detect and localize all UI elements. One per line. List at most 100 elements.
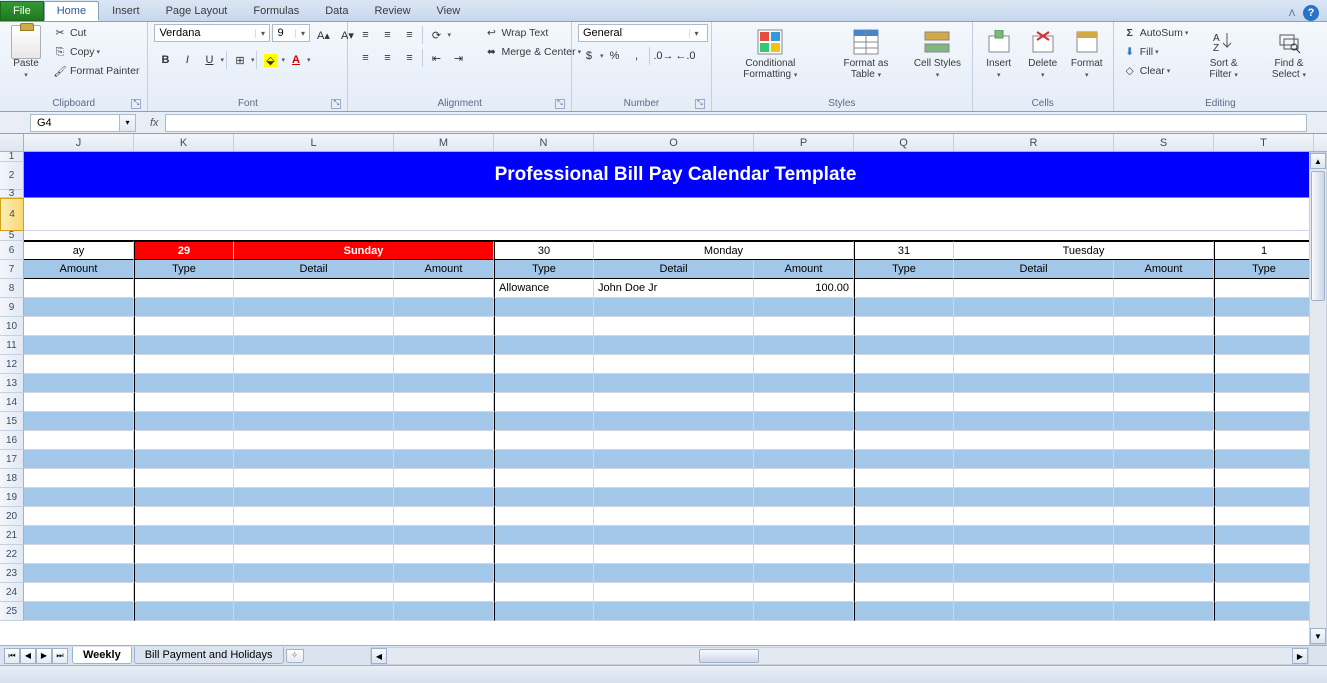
help-icon[interactable]: ? bbox=[1303, 5, 1319, 21]
data-cell[interactable] bbox=[1114, 431, 1214, 450]
data-cell[interactable] bbox=[954, 583, 1114, 602]
number-launcher[interactable]: ⤡ bbox=[695, 99, 705, 109]
subheader-cell[interactable]: Detail bbox=[234, 260, 394, 279]
data-cell[interactable] bbox=[954, 564, 1114, 583]
data-cell[interactable] bbox=[954, 602, 1114, 621]
tab-review[interactable]: Review bbox=[361, 1, 423, 21]
data-cell[interactable] bbox=[494, 602, 594, 621]
data-cell[interactable] bbox=[754, 431, 854, 450]
row-header-6[interactable]: 6 bbox=[0, 241, 24, 260]
data-cell[interactable] bbox=[754, 450, 854, 469]
day-header-cell[interactable]: Tuesday bbox=[954, 241, 1214, 260]
data-cell[interactable] bbox=[954, 545, 1114, 564]
tab-data[interactable]: Data bbox=[312, 1, 361, 21]
data-cell[interactable] bbox=[134, 355, 234, 374]
day-header-cell[interactable]: 30 bbox=[494, 241, 594, 260]
tab-home[interactable]: Home bbox=[44, 1, 99, 21]
data-cell[interactable] bbox=[394, 298, 494, 317]
data-cell[interactable] bbox=[754, 602, 854, 621]
vertical-scrollbar[interactable]: ▲ ▼ bbox=[1309, 152, 1327, 645]
tab-formulas[interactable]: Formulas bbox=[240, 1, 312, 21]
row-header-12[interactable]: 12 bbox=[0, 355, 24, 374]
align-center-button[interactable]: ≡ bbox=[376, 47, 398, 69]
subheader-cell[interactable]: Detail bbox=[594, 260, 754, 279]
clipboard-launcher[interactable]: ⤡ bbox=[131, 99, 141, 109]
data-cell[interactable] bbox=[394, 545, 494, 564]
data-cell[interactable] bbox=[754, 564, 854, 583]
day-header-cell[interactable]: ay bbox=[24, 241, 134, 260]
day-header-cell[interactable]: Monday bbox=[594, 241, 854, 260]
column-header-T[interactable]: T bbox=[1214, 134, 1314, 151]
italic-button[interactable]: I bbox=[176, 49, 198, 71]
data-cell[interactable] bbox=[1214, 450, 1314, 469]
data-cell[interactable] bbox=[594, 336, 754, 355]
row-header-7[interactable]: 7 bbox=[0, 260, 24, 279]
data-cell[interactable] bbox=[754, 374, 854, 393]
row-header-5[interactable]: 5 bbox=[0, 231, 24, 241]
file-tab[interactable]: File bbox=[0, 1, 44, 21]
worksheet-grid[interactable]: 1234567891011121314151617181920212223242… bbox=[0, 152, 1327, 658]
data-cell[interactable] bbox=[1114, 317, 1214, 336]
data-cell[interactable] bbox=[134, 545, 234, 564]
row-header-20[interactable]: 20 bbox=[0, 507, 24, 526]
fill-button[interactable]: ⬇Fill ▾ bbox=[1120, 43, 1191, 61]
data-cell[interactable] bbox=[1114, 469, 1214, 488]
font-size-combo[interactable]: ▾ bbox=[272, 24, 310, 42]
data-cell[interactable] bbox=[134, 393, 234, 412]
column-header-S[interactable]: S bbox=[1114, 134, 1214, 151]
tab-page-layout[interactable]: Page Layout bbox=[153, 1, 241, 21]
data-cell[interactable] bbox=[594, 564, 754, 583]
data-cell[interactable] bbox=[1114, 336, 1214, 355]
formula-input[interactable] bbox=[165, 114, 1307, 132]
data-cell[interactable] bbox=[394, 355, 494, 374]
data-cell[interactable] bbox=[854, 602, 954, 621]
tab-view[interactable]: View bbox=[424, 1, 474, 21]
data-cell[interactable] bbox=[854, 583, 954, 602]
data-cell[interactable] bbox=[494, 545, 594, 564]
data-cell[interactable] bbox=[494, 526, 594, 545]
fx-icon[interactable]: fx bbox=[144, 117, 165, 129]
data-cell[interactable] bbox=[394, 279, 494, 298]
data-cell[interactable] bbox=[854, 355, 954, 374]
data-cell[interactable] bbox=[24, 355, 134, 374]
data-cell[interactable] bbox=[394, 507, 494, 526]
data-cell[interactable] bbox=[494, 450, 594, 469]
sheet-nav-first[interactable]: ⏮ bbox=[4, 648, 20, 664]
data-cell[interactable] bbox=[394, 564, 494, 583]
underline-button[interactable]: U bbox=[198, 49, 220, 71]
data-cell[interactable] bbox=[954, 298, 1114, 317]
clear-button[interactable]: ◇Clear ▾ bbox=[1120, 62, 1191, 80]
data-cell[interactable] bbox=[594, 488, 754, 507]
data-cell[interactable] bbox=[1214, 507, 1314, 526]
column-header-O[interactable]: O bbox=[594, 134, 754, 151]
day-header-cell[interactable]: Sunday bbox=[234, 241, 494, 260]
data-cell[interactable] bbox=[754, 317, 854, 336]
data-cell[interactable] bbox=[24, 545, 134, 564]
data-cell[interactable] bbox=[1214, 336, 1314, 355]
data-cell[interactable] bbox=[754, 298, 854, 317]
data-cell[interactable] bbox=[1214, 602, 1314, 621]
column-header-R[interactable]: R bbox=[954, 134, 1114, 151]
data-cell[interactable] bbox=[24, 298, 134, 317]
row-header-19[interactable]: 19 bbox=[0, 488, 24, 507]
tab-insert[interactable]: Insert bbox=[99, 1, 153, 21]
wrap-text-button[interactable]: ↩Wrap Text bbox=[481, 24, 583, 42]
subheader-cell[interactable]: Amount bbox=[24, 260, 134, 279]
data-cell[interactable] bbox=[854, 374, 954, 393]
data-cell[interactable] bbox=[234, 450, 394, 469]
conditional-formatting-button[interactable]: Conditional Formatting ▾ bbox=[718, 24, 823, 83]
data-cell[interactable] bbox=[1114, 602, 1214, 621]
data-cell[interactable] bbox=[24, 450, 134, 469]
data-cell[interactable] bbox=[854, 469, 954, 488]
row-header-14[interactable]: 14 bbox=[0, 393, 24, 412]
subheader-cell[interactable]: Amount bbox=[1114, 260, 1214, 279]
data-cell[interactable]: 100.00 bbox=[754, 279, 854, 298]
data-cell[interactable] bbox=[854, 431, 954, 450]
data-cell[interactable] bbox=[24, 488, 134, 507]
data-cell[interactable] bbox=[494, 412, 594, 431]
data-cell[interactable] bbox=[234, 431, 394, 450]
data-cell[interactable] bbox=[24, 412, 134, 431]
data-cell[interactable] bbox=[1214, 488, 1314, 507]
data-cell[interactable] bbox=[394, 317, 494, 336]
data-cell[interactable] bbox=[954, 526, 1114, 545]
